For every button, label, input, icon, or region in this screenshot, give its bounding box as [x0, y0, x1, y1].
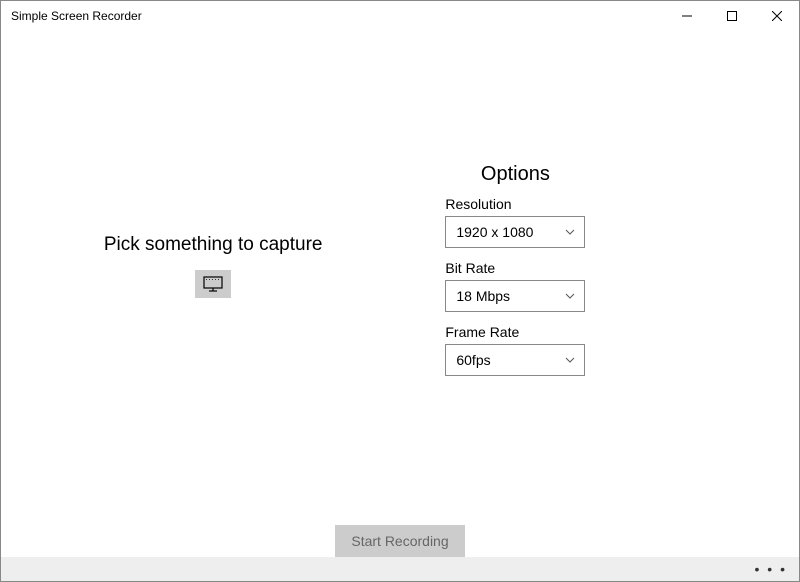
minimize-button[interactable] — [664, 1, 709, 31]
maximize-button[interactable] — [709, 1, 754, 31]
capture-pane: Pick something to capture — [1, 31, 425, 581]
maximize-icon — [727, 11, 737, 21]
more-menu-button[interactable]: • • • — [755, 561, 787, 577]
capture-prompt: Pick something to capture — [104, 234, 323, 256]
options-pane: Options Resolution 1920 x 1080 Bit Rate … — [425, 31, 799, 581]
bitrate-select[interactable]: 18 Mbps — [445, 280, 585, 312]
app-window: Simple Screen Recorder Pick something to… — [0, 0, 800, 582]
resolution-select[interactable]: 1920 x 1080 — [445, 216, 585, 248]
bitrate-value: 18 Mbps — [456, 288, 510, 304]
bitrate-field: Bit Rate 18 Mbps — [445, 260, 799, 312]
close-button[interactable] — [754, 1, 799, 31]
resolution-value: 1920 x 1080 — [456, 224, 533, 240]
minimize-icon — [682, 11, 692, 21]
bitrate-label: Bit Rate — [445, 260, 799, 276]
framerate-field: Frame Rate 60fps — [445, 324, 799, 376]
window-controls — [664, 1, 799, 31]
action-bar: Start Recording — [1, 525, 799, 557]
chevron-down-icon — [564, 354, 576, 366]
window-title: Simple Screen Recorder — [11, 9, 142, 23]
resolution-label: Resolution — [445, 196, 799, 212]
chevron-down-icon — [564, 226, 576, 238]
status-bar: • • • — [1, 557, 799, 581]
resolution-field: Resolution 1920 x 1080 — [445, 196, 799, 248]
start-recording-button[interactable]: Start Recording — [335, 525, 464, 557]
titlebar: Simple Screen Recorder — [1, 1, 799, 31]
close-icon — [772, 11, 782, 21]
options-heading: Options — [445, 163, 585, 186]
framerate-label: Frame Rate — [445, 324, 799, 340]
monitor-icon — [203, 276, 223, 292]
pick-capture-button[interactable] — [195, 270, 231, 298]
framerate-value: 60fps — [456, 352, 490, 368]
content-area: Pick something to capture Options Resolu… — [1, 31, 799, 581]
chevron-down-icon — [564, 290, 576, 302]
framerate-select[interactable]: 60fps — [445, 344, 585, 376]
